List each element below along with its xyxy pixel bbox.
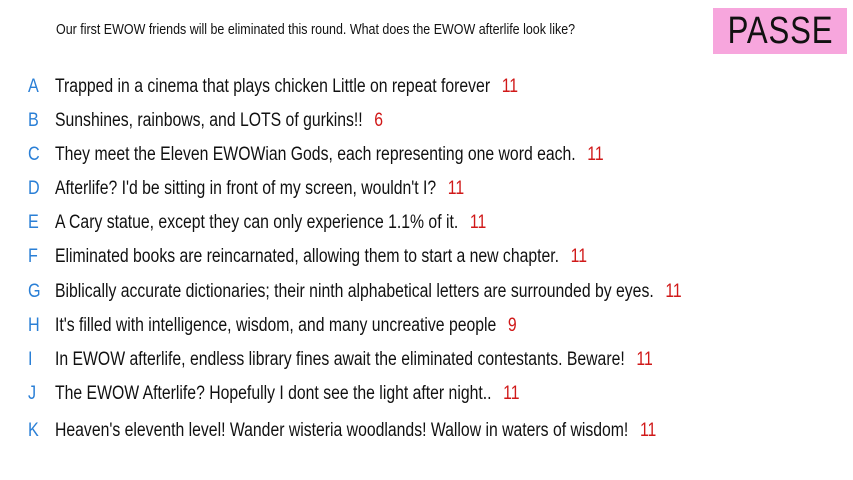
entry-score: 11 [587, 144, 604, 165]
entry-line: In EWOW afterlife, endless library fines… [55, 349, 653, 371]
entry-row: K Heaven's eleventh level! Wander wister… [0, 414, 853, 448]
entry-line: Heaven's eleventh level! Wander wisteria… [55, 420, 656, 442]
entry-letter: E [28, 212, 39, 233]
entry-text: A Cary statue, except they can only expe… [55, 212, 459, 233]
entry-text: Heaven's eleventh level! Wander wisteria… [55, 420, 629, 441]
entry-line: Biblically accurate dictionaries; their … [55, 281, 682, 303]
entry-text: In EWOW afterlife, endless library fines… [55, 349, 625, 370]
entry-score: 11 [447, 178, 465, 199]
entry-line: It's filled with intelligence, wisdom, a… [55, 315, 517, 337]
entry-text: Biblically accurate dictionaries; their … [55, 281, 654, 302]
entry-text: They meet the Eleven EWOWian Gods, each … [55, 144, 576, 165]
entry-score: 11 [469, 212, 487, 233]
entry-letter: H [28, 315, 40, 336]
entry-text: Afterlife? I'd be sitting in front of my… [55, 178, 437, 199]
entry-line: Afterlife? I'd be sitting in front of my… [55, 178, 464, 200]
entry-line: A Cary statue, except they can only expe… [55, 212, 486, 234]
entry-score: 11 [501, 76, 519, 97]
entry-letter: D [28, 178, 40, 199]
entry-score: 6 [374, 110, 384, 131]
entry-score: 9 [507, 315, 517, 336]
entry-row: G Biblically accurate dictionaries; thei… [0, 275, 853, 309]
entry-letter: K [28, 420, 39, 441]
passe-badge-label: PASSE [727, 10, 833, 52]
entry-line: Sunshines, rainbows, and LOTS of gurkins… [55, 110, 383, 132]
entry-line: Trapped in a cinema that plays chicken L… [55, 76, 518, 98]
entry-row: E A Cary statue, except they can only ex… [0, 206, 853, 240]
entry-score: 11 [639, 420, 657, 441]
entry-line: The EWOW Afterlife? Hopefully I dont see… [55, 383, 520, 405]
entry-score: 11 [503, 383, 520, 404]
entry-text: Sunshines, rainbows, and LOTS of gurkins… [55, 110, 363, 131]
entry-text: It's filled with intelligence, wisdom, a… [55, 315, 497, 336]
entry-letter: C [28, 144, 40, 165]
entry-row: J The EWOW Afterlife? Hopefully I dont s… [0, 377, 853, 411]
passe-badge: PASSE [713, 8, 847, 54]
entry-letter: B [28, 110, 39, 131]
entry-row: B Sunshines, rainbows, and LOTS of gurki… [0, 104, 853, 138]
entry-row: F Eliminated books are reincarnated, all… [0, 240, 853, 274]
entry-text: The EWOW Afterlife? Hopefully I dont see… [55, 383, 492, 404]
entry-letter: J [28, 383, 37, 404]
entry-score: 11 [570, 246, 588, 267]
entry-row: H It's filled with intelligence, wisdom,… [0, 309, 853, 343]
entry-letter: G [28, 281, 41, 302]
entry-row: D Afterlife? I'd be sitting in front of … [0, 172, 853, 206]
entry-score: 11 [636, 349, 653, 370]
entry-text: Trapped in a cinema that plays chicken L… [55, 76, 491, 97]
entry-row: I In EWOW afterlife, endless library fin… [0, 343, 853, 377]
entry-letter: A [28, 76, 39, 97]
entry-line: They meet the Eleven EWOWian Gods, each … [55, 144, 604, 166]
entry-text: Eliminated books are reincarnated, allow… [55, 246, 560, 267]
entry-letter: I [28, 349, 33, 370]
entry-row: C They meet the Eleven EWOWian Gods, eac… [0, 138, 853, 172]
entry-line: Eliminated books are reincarnated, allow… [55, 246, 587, 268]
prompt-text: Our first EWOW friends will be eliminate… [56, 22, 576, 38]
entry-score: 11 [665, 281, 682, 302]
slide: Our first EWOW friends will be eliminate… [0, 0, 853, 480]
entry-row: A Trapped in a cinema that plays chicken… [0, 70, 853, 104]
entry-letter: F [28, 246, 38, 267]
